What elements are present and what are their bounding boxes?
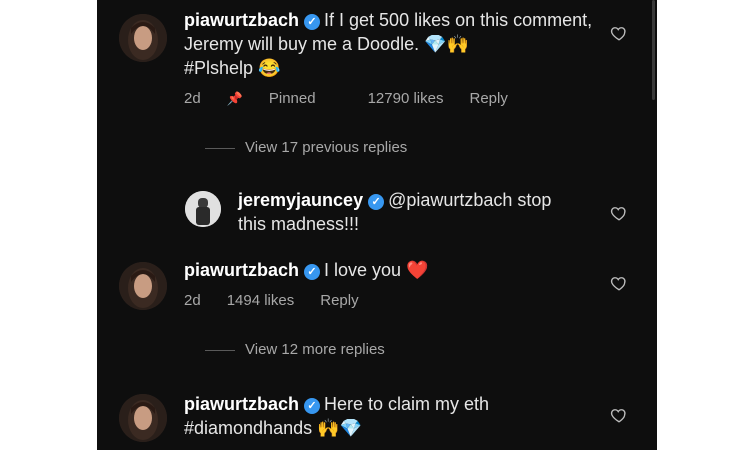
divider-line — [205, 349, 235, 351]
heart-icon[interactable] — [610, 204, 628, 222]
view-replies-label[interactable]: View 12 more replies — [245, 340, 385, 360]
reply-button[interactable]: Reply — [469, 89, 507, 109]
comment-text: piawurtzbach ✓ If I get 500 likes on this … — [184, 8, 624, 80]
comment-body-line2: this madness!!! — [238, 214, 360, 234]
comment-meta: 2d 1494 likes Reply — [184, 291, 385, 311]
reply-button[interactable]: Reply — [320, 291, 358, 311]
comment-text: piawurtzbach ✓ I love you ❤️ — [184, 258, 624, 282]
comment-body: I love you ❤️ — [324, 260, 429, 280]
username[interactable]: piawurtzbach — [184, 10, 299, 30]
verified-badge-icon: ✓ — [304, 264, 321, 280]
heart-icon[interactable] — [610, 274, 628, 292]
comment-time: 2d — [184, 292, 201, 309]
divider-line — [205, 147, 235, 149]
avatar[interactable] — [119, 394, 167, 442]
like-count[interactable]: 1494 likes — [227, 291, 295, 311]
username[interactable]: piawurtzbach — [184, 260, 299, 280]
username[interactable]: jeremyjauncey — [238, 190, 363, 210]
verified-badge-icon: ✓ — [368, 194, 385, 210]
verified-badge-icon: ✓ — [304, 14, 321, 30]
view-replies-label[interactable]: View 17 previous replies — [245, 138, 407, 158]
comment-text: jeremyjauncey ✓ @piawurtzbach stop this ma… — [238, 188, 598, 236]
heart-icon[interactable] — [610, 406, 628, 424]
view-replies-button[interactable]: View 17 previous replies — [205, 138, 407, 158]
avatar[interactable] — [185, 191, 221, 227]
avatar[interactable] — [119, 14, 167, 62]
comment-body-line2: #Plshelp 😂 — [184, 58, 281, 78]
verified-badge-icon: ✓ — [304, 398, 321, 414]
scrollbar[interactable] — [652, 0, 655, 100]
comment-meta: 2d 📌 Pinned 12790 likes Reply — [184, 89, 534, 109]
avatar[interactable] — [119, 262, 167, 310]
like-count[interactable]: 12790 likes — [368, 89, 444, 109]
comment-body: Here to claim my eth — [324, 394, 490, 414]
view-replies-button[interactable]: View 12 more replies — [205, 340, 385, 360]
pinned-label: 📌 Pinned — [226, 90, 316, 107]
comment-text: piawurtzbach ✓ Here to claim my eth #diamo… — [184, 392, 624, 440]
pin-icon: 📌 — [226, 91, 243, 106]
comment-body: @piawurtzbach stop — [388, 190, 552, 210]
comment-time: 2d — [184, 90, 201, 107]
comments-screen: piawurtzbach ✓ If I get 500 likes on this … — [97, 0, 657, 450]
username[interactable]: piawurtzbach — [184, 394, 299, 414]
heart-icon[interactable] — [610, 24, 628, 42]
comment-body-line2: #diamondhands 🙌💎 — [184, 418, 362, 438]
